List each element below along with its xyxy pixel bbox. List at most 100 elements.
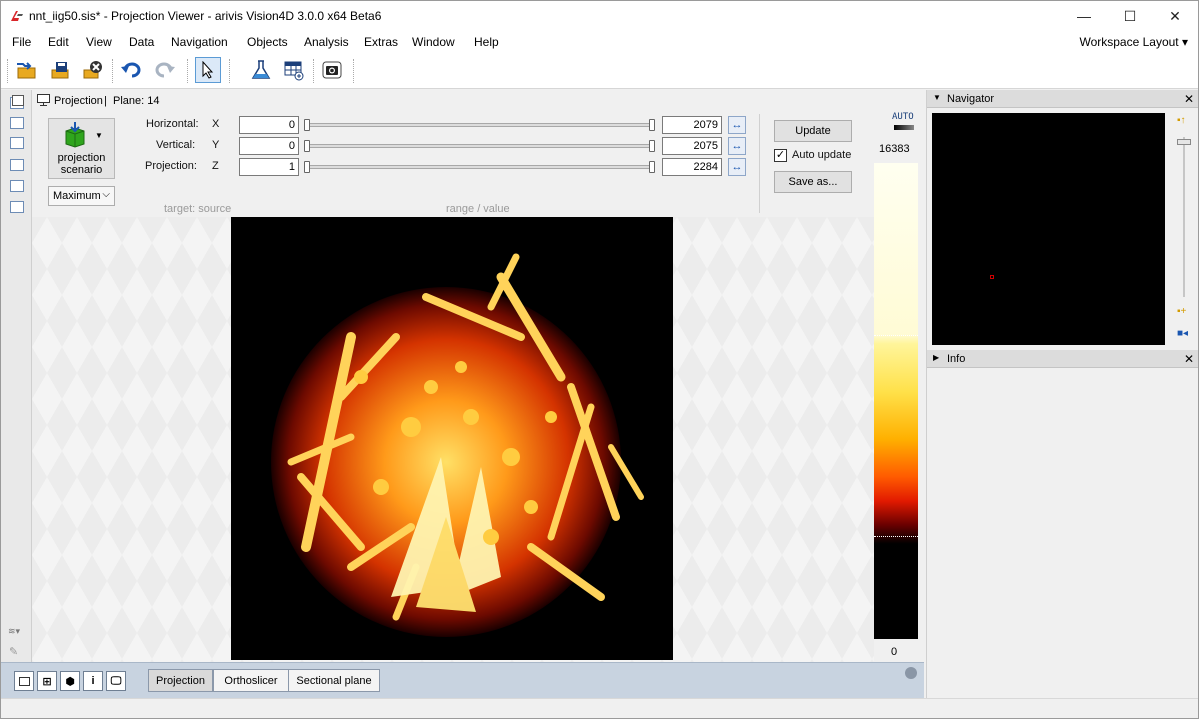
colorbar-auto-indicator bbox=[894, 125, 914, 130]
save-icon bbox=[51, 62, 69, 79]
target-source-label: target: source bbox=[164, 203, 232, 215]
single-view-icon bbox=[18, 676, 30, 686]
scenario-dropdown-arrow-icon: ▼ bbox=[95, 131, 103, 140]
navigator-title: Navigator bbox=[947, 93, 995, 105]
snapshot-button[interactable] bbox=[319, 57, 345, 83]
horizontal-max-thumb[interactable] bbox=[649, 119, 655, 131]
close-window-button[interactable]: ✕ bbox=[1152, 1, 1198, 31]
projection-range-slider[interactable] bbox=[307, 165, 654, 169]
undo-icon bbox=[121, 62, 141, 78]
toolbar-grip bbox=[7, 59, 8, 83]
viewer-panel-toggle-icon[interactable] bbox=[12, 95, 24, 106]
camera-view-icon[interactable]: ■◂ bbox=[1177, 328, 1191, 340]
projection-max-thumb[interactable] bbox=[649, 161, 655, 173]
projection-view-button[interactable]: 🖵 bbox=[106, 671, 126, 691]
stack-options-icon[interactable]: ≋▾ bbox=[8, 626, 26, 636]
vertical-max-input[interactable]: 2075 bbox=[662, 137, 722, 155]
minimize-button[interactable]: — bbox=[1061, 1, 1107, 31]
menu-analysis[interactable]: Analysis bbox=[304, 35, 349, 49]
layout-three-pane-icon[interactable] bbox=[10, 159, 24, 171]
horizontal-max-input[interactable]: 2079 bbox=[662, 116, 722, 134]
redo-button[interactable] bbox=[152, 57, 178, 83]
zoom-slider-track[interactable] bbox=[1183, 137, 1185, 297]
menu-navigation[interactable]: Navigation bbox=[171, 35, 228, 49]
menu-data[interactable]: Data bbox=[129, 35, 154, 49]
tab-orthoslicer[interactable]: Orthoslicer bbox=[213, 669, 289, 692]
window-title: nnt_iig50.sis* - Projection Viewer - ari… bbox=[29, 9, 382, 23]
zoom-fit-icon[interactable]: ▪↑ bbox=[1177, 115, 1191, 127]
select-tool-button[interactable] bbox=[195, 57, 221, 83]
vertical-full-range-button[interactable]: ↔ bbox=[728, 137, 746, 155]
layout-four-pane-icon[interactable] bbox=[10, 180, 24, 192]
plane-label: Plane: 14 bbox=[113, 95, 160, 107]
close-file-button[interactable] bbox=[80, 57, 106, 83]
menu-objects[interactable]: Objects bbox=[247, 35, 288, 49]
vertical-min-thumb[interactable] bbox=[304, 140, 310, 152]
menu-edit[interactable]: Edit bbox=[48, 35, 69, 49]
view-2d-button[interactable] bbox=[14, 671, 34, 691]
menu-window[interactable]: Window bbox=[412, 35, 455, 49]
controls-divider bbox=[759, 114, 760, 213]
auto-update-checkbox[interactable]: ✓ bbox=[774, 149, 787, 162]
layout-six-pane-icon[interactable] bbox=[10, 201, 24, 213]
analysis-flask-button[interactable] bbox=[248, 57, 274, 83]
viewer-header: Projection | Plane: 14 bbox=[12, 90, 924, 110]
status-bar bbox=[1, 698, 1198, 718]
projection-image[interactable] bbox=[231, 217, 673, 660]
projection-full-range-button[interactable]: ↔ bbox=[728, 158, 746, 176]
navigator-thumbnail[interactable] bbox=[932, 113, 1165, 345]
navigator-view-rect[interactable] bbox=[990, 275, 994, 279]
layout-split-horizontal-icon[interactable] bbox=[10, 117, 24, 129]
projection-max-input[interactable]: 2284 bbox=[662, 158, 722, 176]
tab-projection[interactable]: Projection bbox=[148, 669, 213, 692]
camera-icon bbox=[322, 61, 342, 79]
close-info-icon[interactable]: ✕ bbox=[1184, 352, 1194, 366]
app-window: nnt_iig50.sis* - Projection Viewer - ari… bbox=[0, 0, 1199, 719]
save-button[interactable] bbox=[47, 57, 73, 83]
open-file-button[interactable] bbox=[13, 57, 39, 83]
view-grid-button[interactable]: ⊞ bbox=[37, 671, 57, 691]
close-navigator-icon[interactable]: ✕ bbox=[1184, 92, 1194, 106]
save-as-button[interactable]: Save as... bbox=[774, 171, 852, 193]
projection-min-thumb[interactable] bbox=[304, 161, 310, 173]
info-button[interactable]: i bbox=[83, 671, 103, 691]
menu-extras[interactable]: Extras bbox=[364, 35, 398, 49]
vertical-range-slider[interactable] bbox=[307, 144, 654, 148]
projection-scenario-button[interactable]: ▼ projection scenario bbox=[48, 118, 115, 179]
zoom-slider-thumb[interactable] bbox=[1177, 139, 1191, 145]
projection-mode-select[interactable]: Maximum ⌵ bbox=[48, 186, 115, 206]
zoom-in-icon[interactable]: ▪+ bbox=[1177, 306, 1191, 318]
lut-upper-marker[interactable] bbox=[874, 335, 918, 336]
layout-split-vertical-icon[interactable] bbox=[10, 137, 24, 149]
navigator-panel-header[interactable]: ▼ Navigator ✕ bbox=[927, 90, 1198, 108]
menu-help[interactable]: Help bbox=[474, 35, 499, 49]
redo-icon bbox=[155, 62, 175, 78]
menu-view[interactable]: View bbox=[86, 35, 112, 49]
lut-lower-marker[interactable] bbox=[874, 536, 918, 537]
tab-sectional-plane[interactable]: Sectional plane bbox=[288, 669, 380, 692]
horizontal-full-range-button[interactable]: ↔ bbox=[728, 116, 746, 134]
horizontal-min-input[interactable]: 0 bbox=[239, 116, 299, 134]
view-3d-button[interactable]: ⬢ bbox=[60, 671, 80, 691]
view-layout-strip: ≋▾ ✎ bbox=[1, 90, 32, 662]
menu-file[interactable]: File bbox=[12, 35, 31, 49]
vertical-max-thumb[interactable] bbox=[649, 140, 655, 152]
title-bar: nnt_iig50.sis* - Projection Viewer - ari… bbox=[1, 1, 1198, 31]
color-lut-bar[interactable] bbox=[874, 163, 918, 639]
range-value-label: range / value bbox=[446, 203, 510, 215]
arivis-logo-icon bbox=[11, 11, 23, 21]
toolbar-separator bbox=[187, 59, 188, 83]
table-view-button[interactable] bbox=[281, 57, 307, 83]
maximize-button[interactable]: ☐ bbox=[1107, 1, 1153, 31]
toolbar-separator bbox=[229, 59, 230, 83]
vertical-min-input[interactable]: 0 bbox=[239, 137, 299, 155]
info-panel-header[interactable]: ▶ Info ✕ bbox=[927, 350, 1198, 368]
workspace-layout-menu[interactable]: Workspace Layout ▾ bbox=[1079, 35, 1188, 49]
colorbar-auto-button[interactable]: AUTO bbox=[892, 112, 914, 122]
projection-min-input[interactable]: 1 bbox=[239, 158, 299, 176]
undo-button[interactable] bbox=[118, 57, 144, 83]
horizontal-range-slider[interactable] bbox=[307, 123, 654, 127]
horizontal-min-thumb[interactable] bbox=[304, 119, 310, 131]
update-button[interactable]: Update bbox=[774, 120, 852, 142]
draw-tool-icon[interactable]: ✎ bbox=[9, 645, 25, 658]
